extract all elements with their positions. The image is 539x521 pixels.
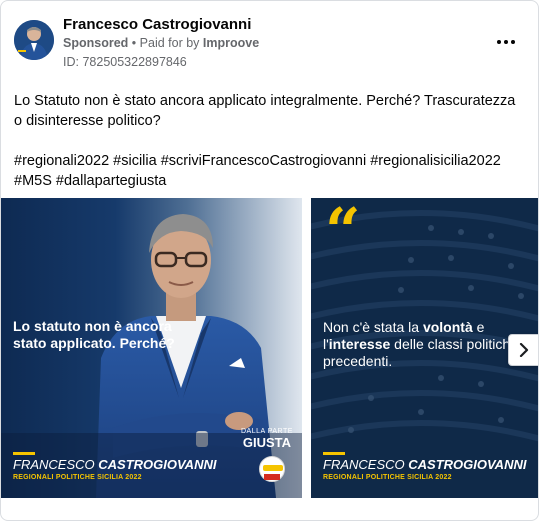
dot-icon [511,40,515,44]
sponsored-line: Sponsored • Paid for by Improove [63,36,259,50]
ad-id-label: ID: [63,55,79,69]
slogan-big: GIUSTA [242,435,292,450]
logo-band [263,465,283,471]
quote-bold: interesse [328,336,391,352]
signature-first: FRANCESCO [13,457,95,472]
sponsored-label: Sponsored [63,36,129,50]
carousel-slide-2[interactable]: “ Non c'è stata la volontà e l'interesse… [311,198,538,498]
dot-icon [497,40,501,44]
slide-1-signature: FRANCESCO CASTROGIOVANNI [13,457,216,472]
slogan: DALLA PARTE GIUSTA [241,426,293,450]
ad-id-value: 782505322897846 [82,55,187,69]
ad-id: ID: 782505322897846 [63,55,187,69]
quote-part: Non c'è stata la [323,319,420,335]
dot-icon [504,40,508,44]
payer-name[interactable]: Improove [203,36,259,50]
carousel-slide-1[interactable]: Lo statuto non è ancora stato applicato.… [1,198,302,498]
slide-1-subtitle: REGIONALI POLITICHE SICILIA 2022 [13,474,142,481]
slide-2-subtitle: REGIONALI POLITICHE SICILIA 2022 [323,474,452,481]
accent-bar [13,452,35,455]
advertiser-avatar[interactable] [14,20,54,60]
more-options-button[interactable] [491,27,521,57]
accent-bar [323,452,345,455]
image-carousel[interactable]: Lo statuto non è ancora stato applicato.… [1,198,538,498]
post-text: Lo Statuto non è stato ancora applicato … [14,93,516,129]
post-hashtags[interactable]: #regionali2022 #sicilia #scriviFrancesco… [14,151,524,191]
slide-2-signature: FRANCESCO CASTROGIOVANNI [323,457,526,472]
logo-band-red [264,474,280,480]
ad-card: Francesco Castrogiovanni Sponsored • Pai… [0,0,539,521]
signature-last: CASTROGIOVANNI [98,457,217,472]
slide-1-headline: Lo statuto non è ancora stato applicato.… [13,318,175,351]
signature-first: FRANCESCO [323,457,405,472]
slide-2-quote: Non c'è stata la volontà e l'interesse d… [323,319,528,370]
chevron-right-icon [519,343,529,357]
separator: • [131,36,137,50]
advertiser-name[interactable]: Francesco Castrogiovanni [63,16,251,33]
quote-bold: volontà [422,319,473,335]
paid-for-label: Paid for by [139,36,200,50]
quote-mark-icon: “ [325,198,361,267]
signature-last: CASTROGIOVANNI [408,457,527,472]
carousel-next-button[interactable] [508,334,538,366]
m5s-logo-icon [259,456,285,482]
